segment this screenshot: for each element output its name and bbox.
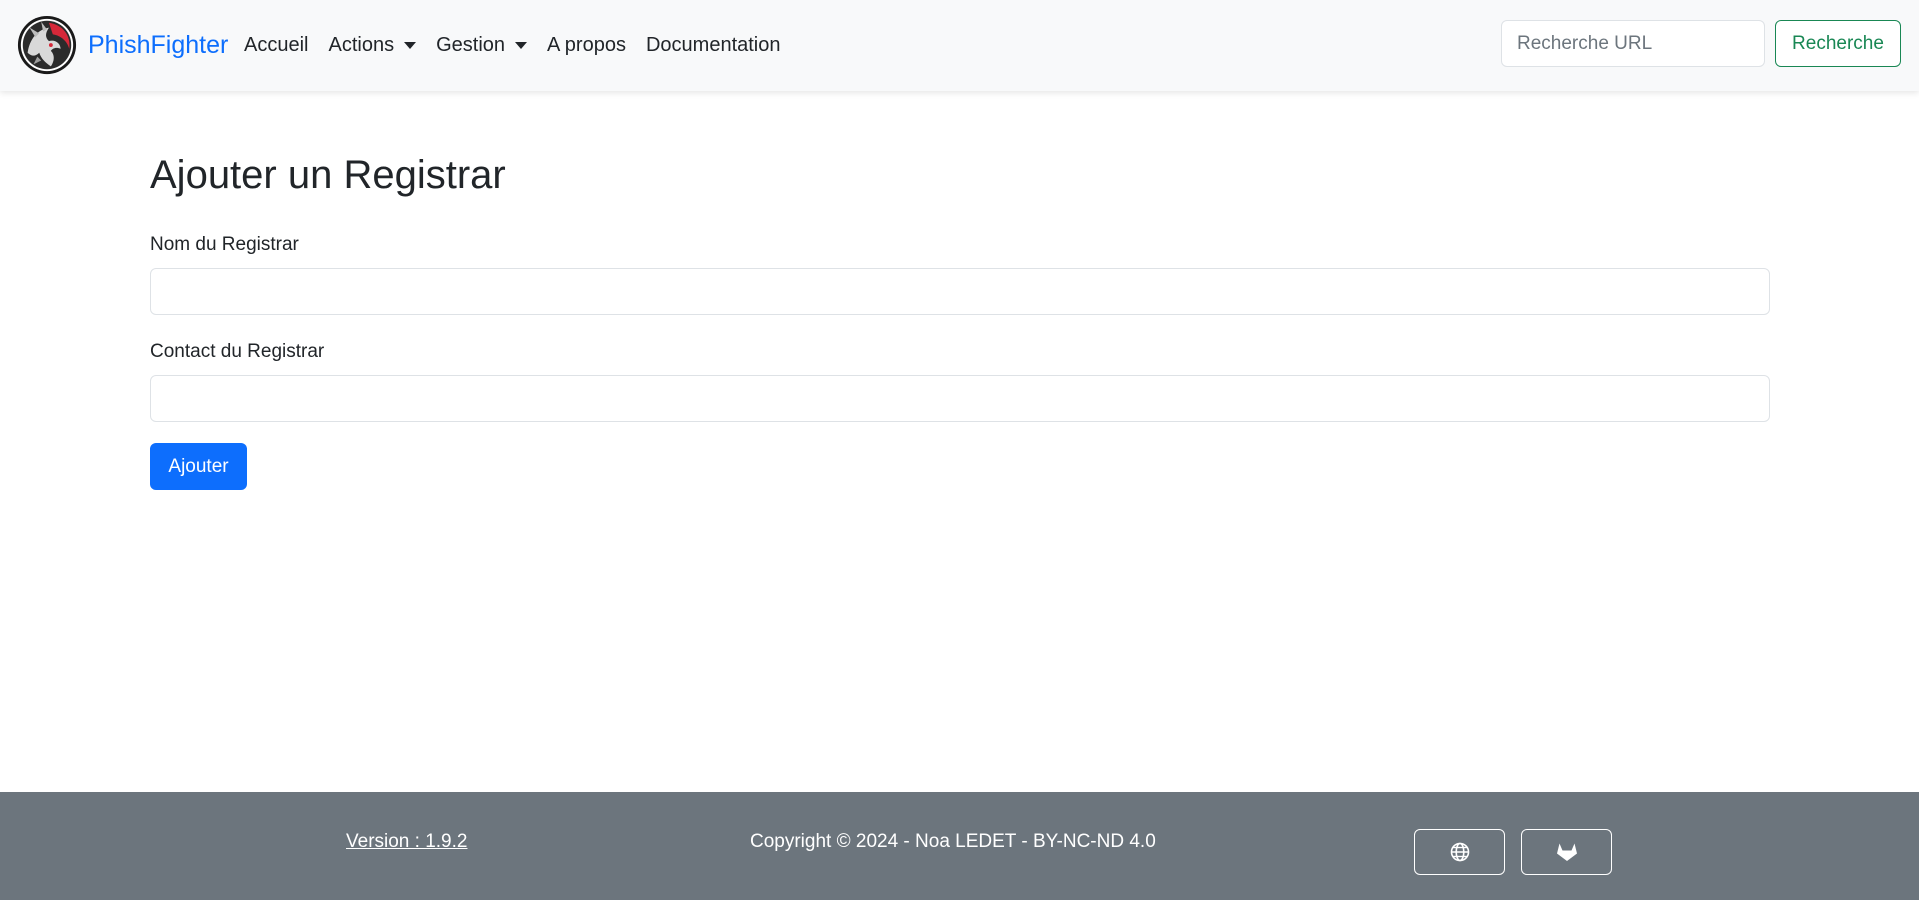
- copyright-text: Copyright © 2024 - Noa LEDET - BY-NC-ND …: [750, 831, 1156, 852]
- navbar: PhishFighter Accueil Actions Gestion A p…: [0, 0, 1919, 91]
- caret-down-icon: [515, 42, 528, 49]
- nav-link-label: Gestion: [436, 34, 506, 56]
- brand-link[interactable]: PhishFighter: [16, 13, 228, 77]
- nav-link-accueil[interactable]: Accueil: [244, 34, 308, 57]
- version-link[interactable]: Version : 1.9.2: [346, 831, 467, 853]
- nav-dropdown-actions[interactable]: Actions: [328, 34, 417, 57]
- gitlab-button[interactable]: [1521, 829, 1612, 875]
- nav-link-label: Documentation: [645, 34, 781, 56]
- registrar-contact-label: Contact du Registrar: [150, 341, 325, 362]
- search-url-input[interactable]: [1501, 20, 1765, 67]
- nav-dropdown-gestion[interactable]: Gestion: [436, 34, 528, 57]
- gitlab-icon: [1556, 843, 1577, 861]
- registrar-contact-input[interactable]: [150, 375, 1770, 422]
- registrar-name-input[interactable]: [150, 268, 1770, 315]
- registrar-name-label: Nom du Registrar: [150, 234, 299, 255]
- dragon-logo-icon: [17, 15, 77, 75]
- globe-icon: [1450, 842, 1469, 862]
- brand-name: PhishFighter: [88, 30, 229, 59]
- nav-link-label: Accueil: [244, 34, 309, 56]
- nav-link-label: A propos: [547, 34, 626, 56]
- nav-link-label: Actions: [328, 34, 395, 56]
- website-button[interactable]: [1414, 829, 1505, 875]
- nav-link-a-propos[interactable]: A propos: [547, 34, 626, 57]
- caret-down-icon: [404, 42, 417, 49]
- search-button[interactable]: Recherche: [1775, 20, 1901, 67]
- add-registrar-button[interactable]: Ajouter: [150, 443, 247, 490]
- footer: Version : 1.9.2 Copyright © 2024 - Noa L…: [0, 792, 1919, 900]
- nav-links: Accueil Actions Gestion A propos Documen…: [244, 0, 801, 91]
- nav-link-documentation[interactable]: Documentation: [646, 34, 781, 57]
- page-title: Ajouter un Registrar: [150, 153, 506, 197]
